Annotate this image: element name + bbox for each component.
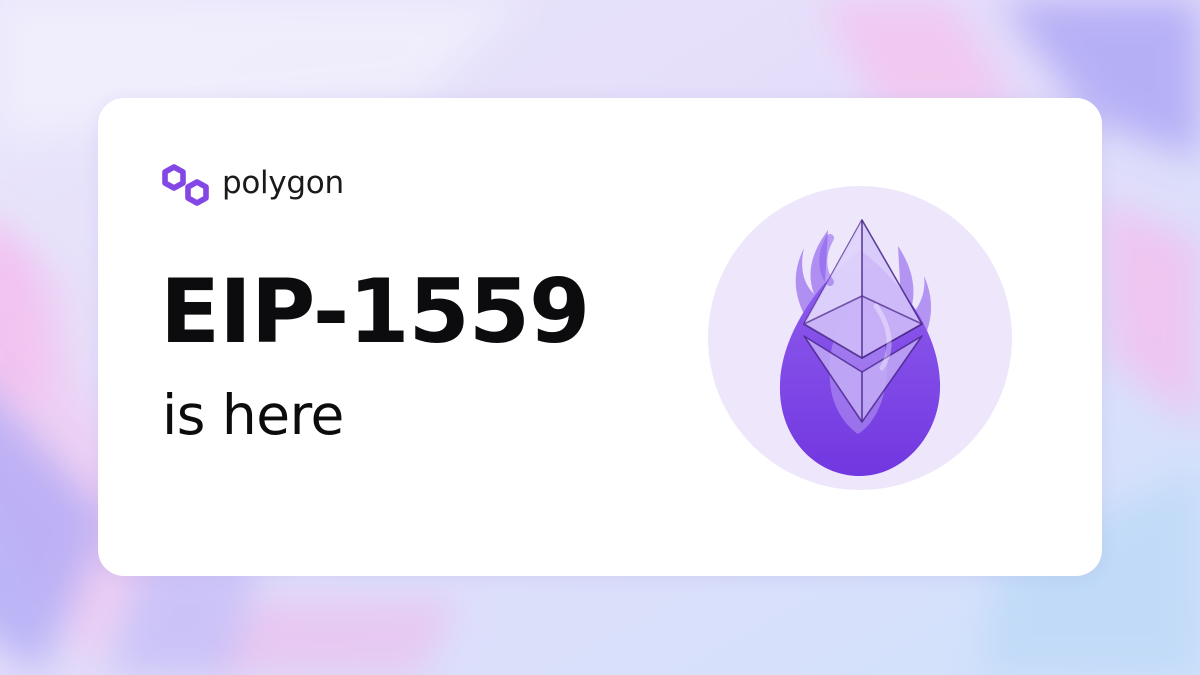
polygon-brand: polygon [160, 162, 344, 208]
headline: EIP-1559 [160, 260, 590, 363]
brand-name: polygon [222, 164, 344, 201]
ethereum-flame-icon [708, 186, 1012, 490]
subline: is here [162, 383, 344, 447]
polygon-logo-icon [162, 164, 209, 206]
